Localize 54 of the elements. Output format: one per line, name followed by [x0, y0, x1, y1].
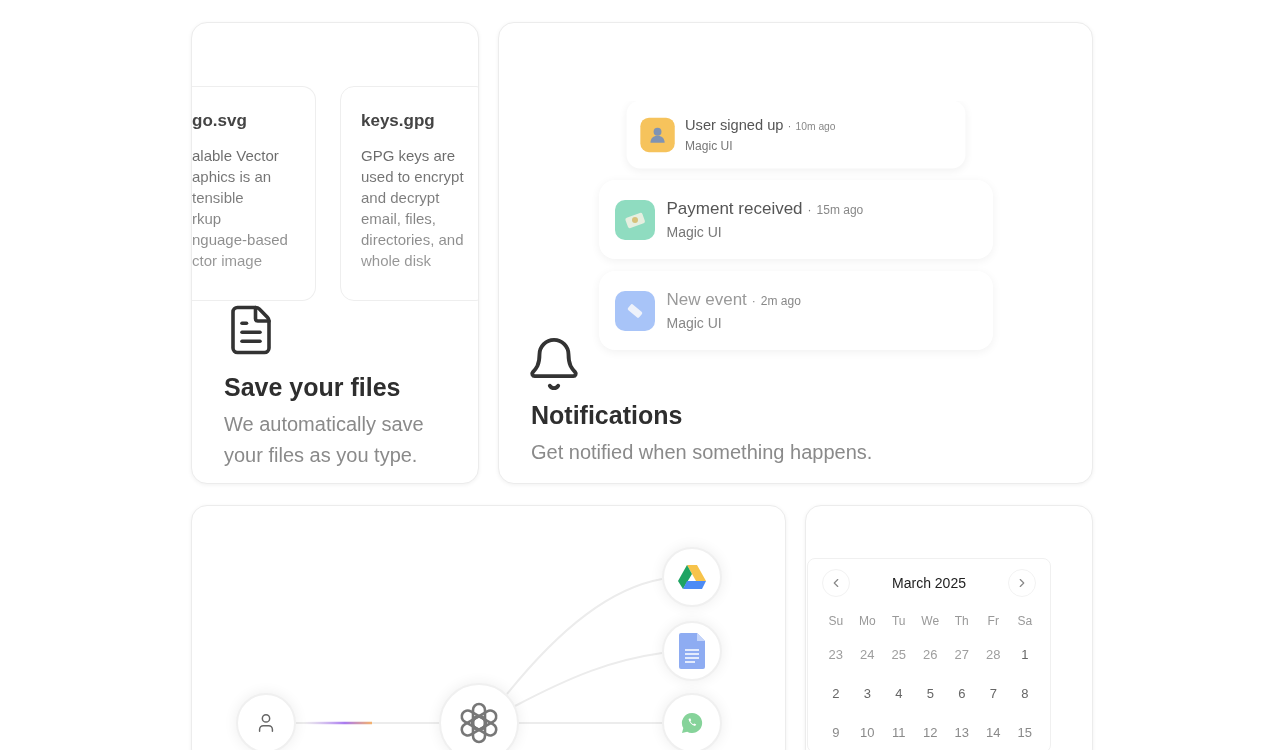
weekday-label: Th [953, 613, 970, 630]
card-description: Get notified when something happens. [531, 440, 874, 465]
file-name: keys.gpg [361, 111, 436, 131]
calendar-day[interactable]: 8 [1009, 674, 1041, 713]
calendar-day[interactable]: 15 [1009, 713, 1041, 750]
notification-time: 15m ago [816, 203, 864, 217]
notification-source: Magic UI [666, 224, 723, 240]
calendar-day[interactable]: 13 [946, 713, 978, 750]
notification-time: 2m ago [760, 294, 801, 308]
calendar-day[interactable]: 4 [883, 674, 915, 713]
beam-line [304, 721, 372, 725]
month-label: March 2025 [892, 575, 966, 591]
calendar-day[interactable]: 14 [977, 713, 1009, 750]
calendar-day[interactable]: 27 [946, 635, 978, 674]
next-month-button[interactable] [1008, 569, 1036, 597]
chat-bubble-icon [681, 712, 703, 734]
weekday-label: Sa [1016, 613, 1034, 630]
calendar-day[interactable]: 7 [977, 674, 1009, 713]
calendar-day[interactable]: 9 [820, 713, 852, 750]
weekday-label: We [920, 613, 941, 630]
notification-title: Payment received [666, 199, 803, 219]
calendar-day[interactable]: 6 [946, 674, 978, 713]
calendar-day[interactable]: 26 [914, 635, 946, 674]
calendar-day[interactable]: 10 [851, 713, 883, 750]
calendar-day[interactable]: 2 [820, 674, 852, 713]
calendar-day[interactable]: 28 [977, 635, 1009, 674]
calendar-day[interactable]: 12 [914, 713, 946, 750]
separator-dot: · [751, 294, 756, 308]
weekday-label: Su [827, 613, 845, 630]
calendar-day[interactable]: 1 [1009, 635, 1041, 674]
notification-title: User signed up [684, 116, 783, 135]
calendar-day[interactable]: 23 [820, 635, 852, 674]
triangle-icon [678, 565, 706, 589]
card-title: Notifications [531, 400, 684, 431]
separator-dot: · [787, 120, 791, 133]
notification-source: Magic UI [684, 138, 734, 153]
card-title: Save your files [224, 372, 402, 403]
calendar-day[interactable]: 5 [914, 674, 946, 713]
previous-month-button[interactable] [822, 569, 850, 597]
calendar-day[interactable]: 3 [851, 674, 883, 713]
calendar-day[interactable]: 11 [883, 713, 915, 750]
file-name: go.svg [192, 111, 248, 131]
weekday-label: Tu [890, 613, 907, 630]
separator-dot: · [807, 203, 812, 217]
notification-source: Magic UI [666, 315, 723, 331]
notification-title: New event [666, 290, 747, 310]
weekday-label: Mo [857, 613, 877, 630]
card-description: We automatically save your files as you type. [224, 412, 425, 468]
weekday-label: Fr [986, 613, 1000, 630]
document-icon [679, 633, 705, 669]
calendar-day[interactable]: 25 [883, 635, 915, 674]
notification-time: 10m ago [794, 120, 836, 133]
user-icon [647, 125, 667, 144]
calendar-day[interactable]: 24 [851, 635, 883, 674]
